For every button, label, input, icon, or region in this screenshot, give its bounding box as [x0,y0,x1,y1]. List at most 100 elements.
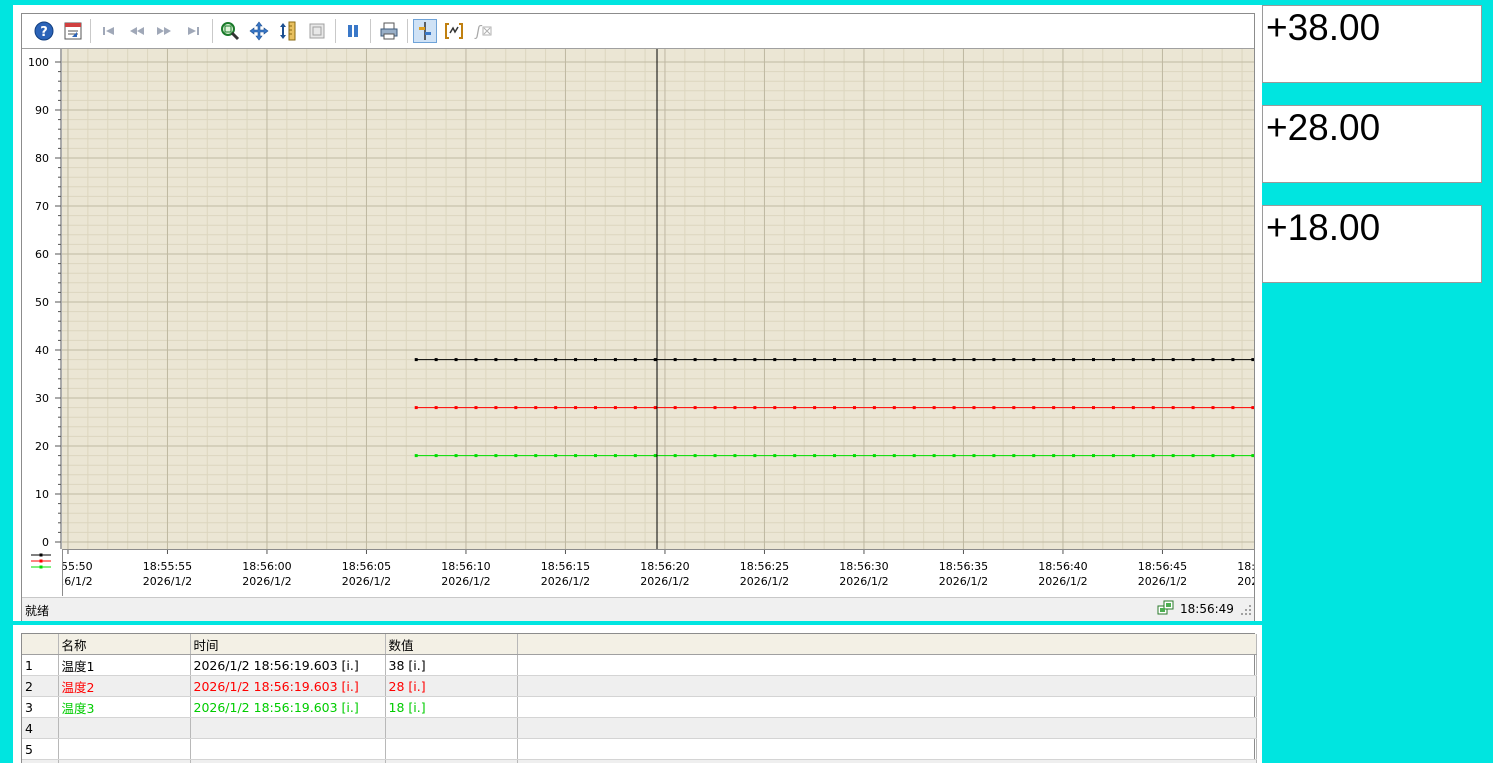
series-point [1091,406,1095,410]
value-display-text: +18.00 [1266,207,1381,248]
row-time[interactable] [190,717,386,739]
series-point [992,358,996,362]
original-view-icon[interactable] [305,19,329,43]
table-row[interactable]: 4 [22,717,1257,739]
row-empty[interactable] [517,696,1257,718]
table-row[interactable]: 6 [22,759,1257,763]
series-point [1231,358,1235,362]
series-point [414,358,418,362]
row-value[interactable]: 18 [i.] [385,696,518,718]
series-point [872,406,876,410]
row-empty[interactable] [517,717,1257,739]
row-time[interactable]: 2026/1/2 18:56:19.603 [i.] [190,654,386,676]
move-axes-icon[interactable] [247,19,271,43]
row-value[interactable] [385,759,518,763]
row-number[interactable]: 1 [22,654,59,676]
ruler-icon[interactable] [413,19,437,43]
pause-icon[interactable] [341,19,365,43]
x-tick-date-label: 2026/1/2 [541,575,590,588]
x-tick-date-label: 2026/1/2 [1237,575,1254,588]
row-name[interactable]: 温度3 [58,696,191,718]
network-connection-icon [1157,600,1175,621]
series-point [494,454,498,458]
row-value[interactable]: 28 [i.] [385,675,518,697]
series-point [514,454,518,458]
status-text: 就绪 [25,604,50,618]
row-name[interactable] [58,717,191,739]
series-point [434,358,438,362]
next-record-icon[interactable] [153,19,177,43]
table-row[interactable]: 1 温度1 2026/1/2 18:56:19.603 [i.] 38 [i.] [22,654,1257,676]
row-empty[interactable] [517,738,1257,760]
series-point [852,406,856,410]
series-point [753,358,757,362]
row-number[interactable]: 5 [22,738,59,760]
series-point [593,454,597,458]
x-tick: 18:56:15 2026/1/2 [541,550,590,588]
x-tick-time-label: 18:56:05 [342,560,391,573]
series-point [872,358,876,362]
column-header-empty[interactable] [517,634,1257,655]
plot-area[interactable] [22,49,1263,549]
time-axis: 18:55:50 2026/1/2 18:55:55 2026/1/2 18:56:00… [22,549,1287,597]
series-point [833,358,837,362]
row-name[interactable] [58,759,191,763]
series-point [793,406,797,410]
print-icon[interactable] [377,19,401,43]
series-point [454,406,458,410]
column-header-value[interactable]: 数值 [385,634,518,655]
statistics-area-icon[interactable] [442,19,466,43]
series-point [1171,454,1175,458]
series-point [1012,406,1016,410]
table-row[interactable]: 2 温度2 2026/1/2 18:56:19.603 [i.] 28 [i.] [22,675,1257,697]
row-empty[interactable] [517,759,1257,763]
row-name[interactable]: 温度1 [58,654,191,676]
zoom-area-icon[interactable] [218,19,242,43]
y-tick-label: 30 [35,392,49,405]
help-icon[interactable]: ? [32,19,56,43]
series-point [713,406,717,410]
series-point [793,454,797,458]
calculate-statistics-icon[interactable]: ʃ [471,19,495,43]
zoom-axis-icon[interactable] [276,19,300,43]
y-tick-label: 40 [35,344,49,357]
series-point [1251,406,1255,410]
x-tick-time-label: 18:56:50 [1237,560,1254,573]
column-header-index[interactable] [22,634,59,655]
row-empty[interactable] [517,654,1257,676]
row-name[interactable]: 温度2 [58,675,191,697]
row-time[interactable] [190,738,386,760]
first-record-icon[interactable] [96,19,120,43]
row-time[interactable]: 2026/1/2 18:56:19.603 [i.] [190,675,386,697]
row-number[interactable]: 3 [22,696,59,718]
trend-chart[interactable] [22,49,1263,549]
series-3 [414,454,1255,458]
row-number[interactable]: 2 [22,675,59,697]
row-number[interactable]: 4 [22,717,59,739]
config-dialog-icon[interactable] [61,19,85,43]
table-row[interactable]: 5 [22,738,1257,760]
series-point [693,406,697,410]
series-point [972,454,976,458]
row-empty[interactable] [517,675,1257,697]
series-point [474,454,478,458]
row-value[interactable] [385,738,518,760]
row-name[interactable] [58,738,191,760]
last-record-icon[interactable] [182,19,206,43]
row-value[interactable]: 38 [i.] [385,654,518,676]
column-header-name[interactable]: 名称 [58,634,191,655]
row-time[interactable] [190,759,386,763]
grid-lines [62,49,1263,549]
resize-grip-icon[interactable] [1240,604,1252,619]
row-number[interactable]: 6 [22,759,59,763]
series-point [1171,358,1175,362]
table-row[interactable]: 3 温度3 2026/1/2 18:56:19.603 [i.] 18 [i.] [22,696,1257,718]
row-value[interactable] [385,717,518,739]
column-header-time[interactable]: 时间 [190,634,386,655]
series-point [972,406,976,410]
row-time[interactable]: 2026/1/2 18:56:19.603 [i.] [190,696,386,718]
series-point [454,358,458,362]
series-point [633,454,637,458]
previous-record-icon[interactable] [124,19,148,43]
x-tick: 18:56:35 2026/1/2 [939,550,988,588]
